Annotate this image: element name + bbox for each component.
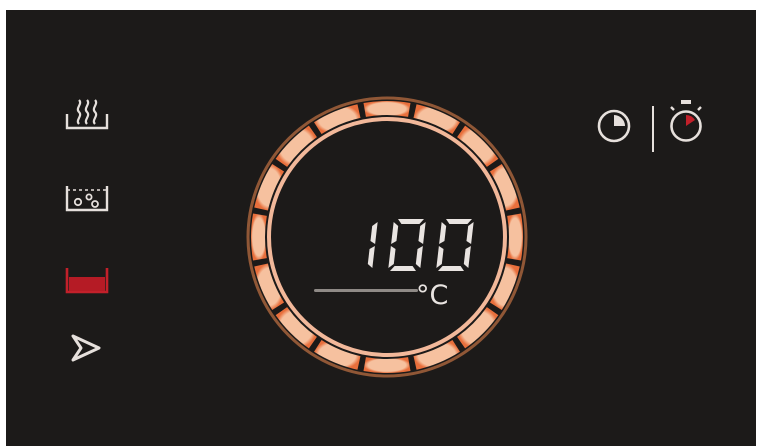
temperature-readout: [367, 219, 474, 271]
ring-segment: [363, 357, 411, 373]
timer-divider: [652, 106, 654, 152]
clock-timer-icon[interactable]: [594, 106, 634, 146]
digit-segment: [367, 246, 375, 268]
digit-segment: [391, 222, 399, 244]
bottom-heat-icon[interactable]: [64, 265, 110, 295]
temperature-value-text: 100: [6, 10, 7, 11]
digit-segment: [438, 266, 464, 271]
digit-segment: [370, 222, 378, 244]
control-panel: 100 °C: [6, 10, 756, 446]
ring-segment: [363, 101, 411, 117]
stopwatch-icon[interactable]: [666, 98, 706, 146]
digit-segment: [466, 222, 474, 244]
digit-segment: [415, 246, 423, 268]
start-play-icon[interactable]: [68, 332, 104, 364]
digit-segment: [446, 219, 472, 224]
digit-segment: [436, 246, 444, 268]
temperature-unit: °C: [416, 280, 449, 311]
steam-icon[interactable]: [64, 94, 110, 134]
digit-segment: [390, 266, 416, 271]
ring-segment: [251, 213, 267, 261]
bubbles-icon[interactable]: [64, 178, 110, 214]
digit-segment: [388, 246, 396, 268]
unit-underline: [314, 289, 418, 292]
ring-segment: [507, 213, 523, 261]
digit-segment: [439, 222, 447, 244]
digit-segment: [463, 246, 471, 268]
digit-segment: [418, 222, 426, 244]
digit-segment: [398, 219, 424, 224]
